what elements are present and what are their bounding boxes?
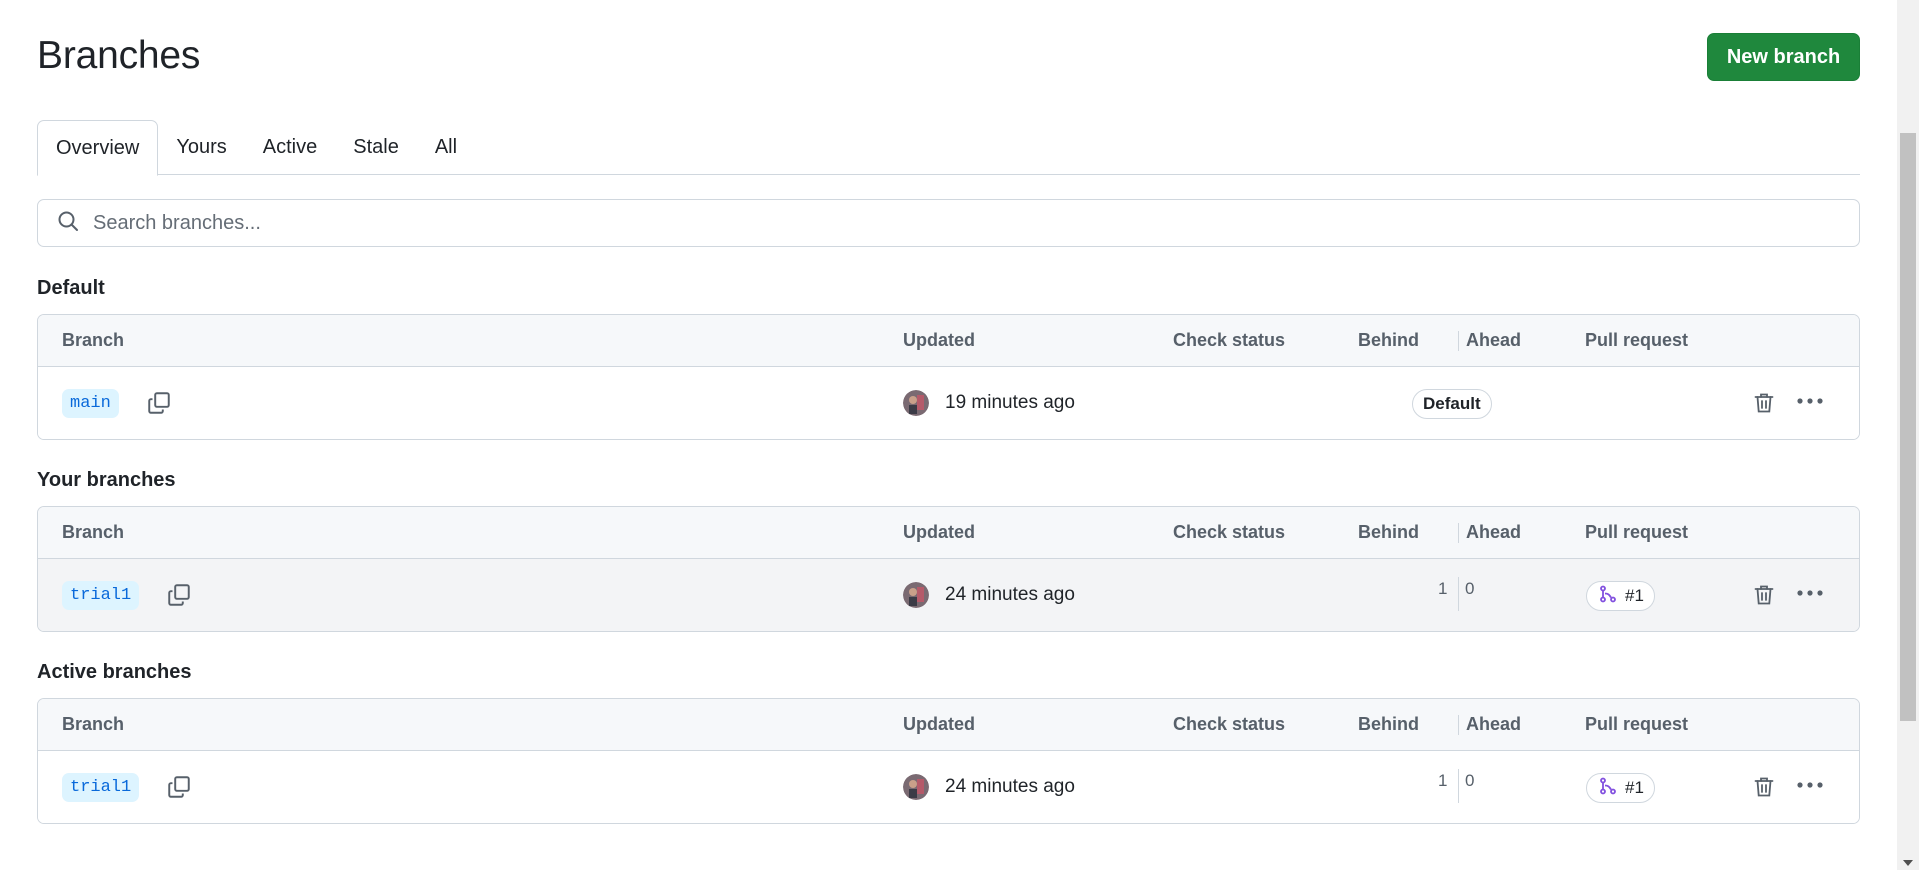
table-header: Branch Updated Check status Behind Ahead… [38, 699, 1859, 751]
updated-time: 24 minutes ago [945, 584, 1075, 605]
pull-request-link[interactable]: #1 [1586, 581, 1655, 611]
branch-tabs: Overview Yours Active Stale All [37, 120, 1860, 176]
table-row: trial1 24 minutes ago 1 0 #1 [38, 559, 1859, 631]
search-input[interactable] [93, 211, 1859, 235]
header-divider [1458, 715, 1459, 735]
branch-cell: main [62, 367, 175, 439]
table-header: Branch Updated Check status Behind Ahead… [38, 315, 1859, 367]
avatar[interactable] [903, 774, 929, 800]
avatar[interactable] [903, 390, 929, 416]
pull-request-link[interactable]: #1 [1586, 773, 1655, 803]
pull-request-number: #1 [1625, 778, 1644, 797]
column-header-ahead: Ahead [1466, 714, 1522, 734]
branch-name-link[interactable]: trial1 [62, 580, 140, 610]
trash-icon[interactable] [1750, 389, 1778, 417]
ahead-count: 0 [1465, 579, 1475, 598]
ahead-count: 0 [1465, 771, 1475, 790]
behind-count: 1 [1438, 579, 1448, 598]
header-divider [1458, 331, 1459, 351]
kebab-horizontal-icon[interactable] [1794, 387, 1826, 415]
search-icon [56, 209, 80, 238]
updated-cell: 24 minutes ago [903, 751, 1075, 823]
updated-time: 19 minutes ago [945, 392, 1075, 413]
new-branch-button[interactable]: New branch [1707, 33, 1860, 81]
table-row: main 19 minutes ago Default [38, 367, 1859, 439]
column-header-check-status: Check status [1173, 330, 1286, 350]
pull-request-number: #1 [1625, 586, 1644, 605]
tab-stale[interactable]: Stale [335, 120, 417, 175]
section-title-default: Default [37, 277, 105, 299]
column-header-branch: Branch [62, 522, 125, 542]
column-header-updated: Updated [903, 522, 975, 542]
column-header-ahead: Ahead [1466, 522, 1522, 542]
table-row: trial1 24 minutes ago 1 0 #1 [38, 751, 1859, 823]
tab-overview[interactable]: Overview [37, 120, 159, 176]
table-header: Branch Updated Check status Behind Ahead… [38, 507, 1859, 559]
copy-icon[interactable] [163, 579, 195, 611]
tab-active[interactable]: Active [245, 120, 335, 175]
column-header-ahead: Ahead [1466, 330, 1522, 350]
kebab-horizontal-icon[interactable] [1794, 771, 1826, 799]
column-header-branch: Branch [62, 714, 125, 734]
trash-icon[interactable] [1750, 773, 1778, 801]
copy-icon[interactable] [143, 387, 175, 419]
behind-ahead-divider [1458, 769, 1459, 803]
column-header-behind: Behind [1358, 522, 1419, 542]
column-header-check-status: Check status [1173, 522, 1286, 542]
updated-time: 24 minutes ago [945, 776, 1075, 797]
section-title-your-branches: Your branches [37, 469, 176, 491]
updated-cell: 19 minutes ago [903, 367, 1075, 439]
default-badge: Default [1412, 389, 1492, 419]
default-branch-table: Branch Updated Check status Behind Ahead… [37, 314, 1860, 440]
copy-icon[interactable] [163, 771, 195, 803]
section-title-active-branches: Active branches [37, 661, 192, 683]
column-header-pull-request: Pull request [1585, 330, 1689, 350]
column-header-behind: Behind [1358, 330, 1419, 350]
page-title: Branches [37, 34, 201, 77]
column-header-behind: Behind [1358, 714, 1419, 734]
your-branches-table: Branch Updated Check status Behind Ahead… [37, 506, 1860, 632]
tab-all[interactable]: All [417, 120, 475, 175]
column-header-pull-request: Pull request [1585, 522, 1689, 542]
column-header-branch: Branch [62, 330, 125, 350]
avatar[interactable] [903, 582, 929, 608]
branch-cell: trial1 [62, 751, 195, 823]
scrollbar-thumb[interactable] [1900, 133, 1916, 721]
vertical-scrollbar[interactable] [1897, 0, 1919, 870]
git-pull-request-icon [1599, 585, 1625, 608]
behind-count: 1 [1438, 771, 1448, 790]
column-header-check-status: Check status [1173, 714, 1286, 734]
branch-name-link[interactable]: trial1 [62, 772, 140, 802]
column-header-pull-request: Pull request [1585, 714, 1689, 734]
kebab-horizontal-icon[interactable] [1794, 579, 1826, 607]
behind-ahead-divider [1458, 577, 1459, 611]
trash-icon[interactable] [1750, 581, 1778, 609]
scroll-down-arrow-icon[interactable] [1903, 860, 1913, 866]
search-box[interactable] [37, 199, 1860, 247]
git-pull-request-icon [1599, 777, 1625, 800]
active-branches-table: Branch Updated Check status Behind Ahead… [37, 698, 1860, 824]
tab-yours[interactable]: Yours [158, 120, 244, 175]
branch-name-link[interactable]: main [62, 388, 119, 418]
header-divider [1458, 523, 1459, 543]
column-header-updated: Updated [903, 330, 975, 350]
branch-cell: trial1 [62, 559, 195, 631]
column-header-updated: Updated [903, 714, 975, 734]
updated-cell: 24 minutes ago [903, 559, 1075, 631]
